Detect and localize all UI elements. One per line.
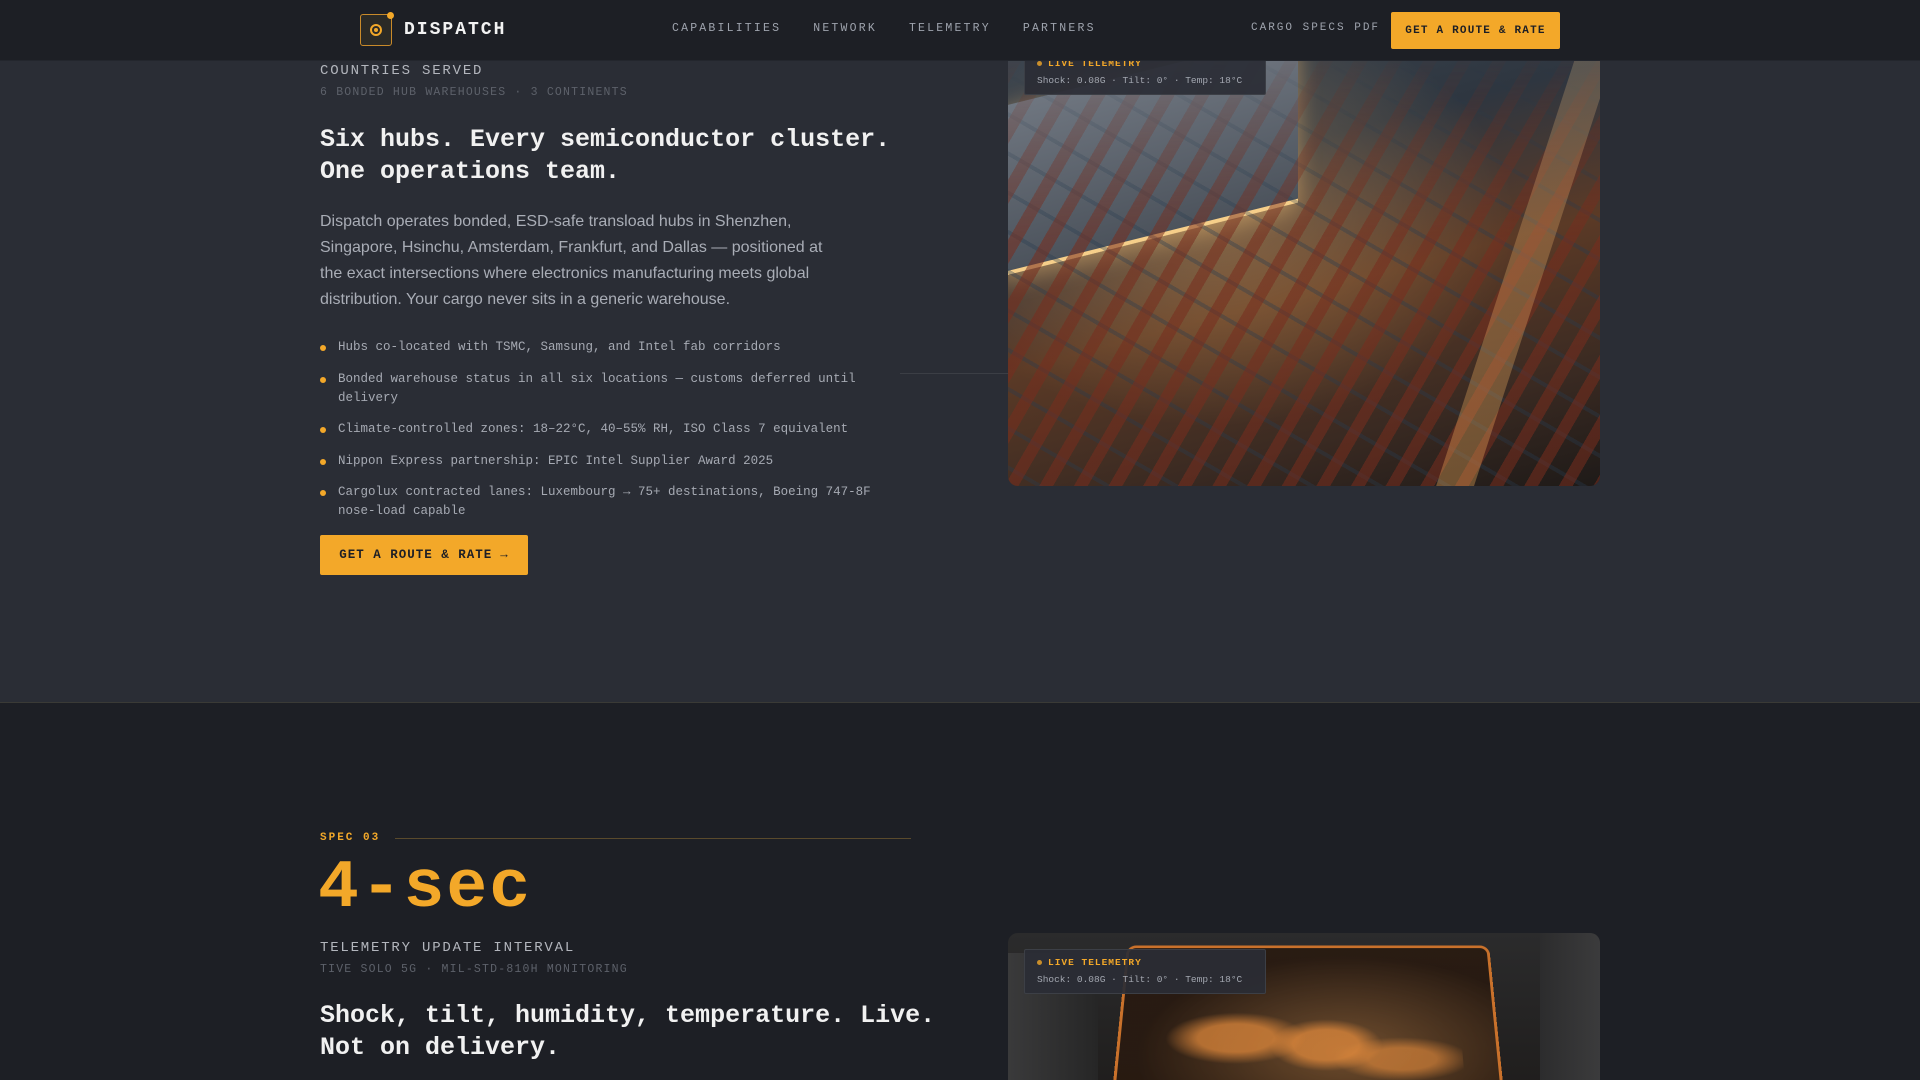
section-body: Dispatch operates bonded, ESD-safe trans…: [320, 213, 823, 308]
port-aerial-photo: LIVE TELEMETRY Shock: 0.08G · Tilt: 0° ·…: [1008, 40, 1600, 486]
world-map-screen-photo: LIVE TELEMETRY Shock: 0.08G · Tilt: 0° ·…: [1008, 933, 1600, 1080]
nav-links: CAPABILITIES NETWORK TELEMETRY PARTNERS: [672, 22, 1128, 35]
list-item: Climate-controlled zones: 18–22°C, 40–55…: [320, 420, 900, 439]
nav-route-rate-button[interactable]: GET A ROUTE & RATE: [1391, 12, 1560, 49]
arrow-right-icon: →: [500, 548, 509, 562]
spec-rule: [395, 838, 911, 839]
list-item: Nippon Express partnership: EPIC Intel S…: [320, 452, 900, 471]
nav-link-capabilities[interactable]: CAPABILITIES: [672, 22, 781, 35]
stat-sub: TIVE SOLO 5G · MIL-STD-810H MONITORING: [320, 963, 628, 976]
section-headline: Shock, tilt, humidity, temperature. Live…: [320, 1000, 1020, 1064]
telemetry-readout: Shock: 0.08G · Tilt: 0° · Temp: 18°C: [1037, 974, 1243, 985]
telemetry-label: LIVE TELEMETRY: [1048, 957, 1142, 968]
nav-link-partners[interactable]: PARTNERS: [1023, 22, 1096, 35]
headline-line-1: Shock, tilt, humidity, temperature. Live…: [320, 1001, 936, 1030]
headline-line-2: One operations team.: [320, 157, 621, 186]
nav-link-telemetry[interactable]: TELEMETRY: [909, 22, 991, 35]
telemetry-overlay: LIVE TELEMETRY Shock: 0.08G · Tilt: 0° ·…: [1024, 949, 1266, 994]
feature-list: Hubs co-located with TSMC, Samsung, and …: [320, 338, 900, 534]
headline-line-2: Not on delivery.: [320, 1033, 561, 1062]
list-item: Cargolux contracted lanes: Luxembourg → …: [320, 483, 900, 521]
big-stat-value: 4-sec: [318, 850, 533, 927]
stat-label: COUNTRIES SERVED: [320, 63, 484, 79]
stat-label: TELEMETRY UPDATE INTERVAL: [320, 940, 576, 956]
section-headline: Six hubs. Every semiconductor cluster. O…: [320, 124, 960, 188]
stat-sub: 6 BONDED HUB WAREHOUSES · 3 CONTINENTS: [320, 86, 628, 99]
route-rate-button[interactable]: GET A ROUTE & RATE →: [320, 535, 528, 575]
status-dot-icon: [1037, 61, 1042, 66]
list-item: Hubs co-located with TSMC, Samsung, and …: [320, 338, 900, 357]
route-rate-button-label: GET A ROUTE & RATE: [339, 548, 493, 562]
hubs-section: [0, 61, 1920, 703]
brand-name: DISPATCH: [404, 20, 507, 40]
spec-tag: SPEC 03: [320, 832, 381, 844]
nav-link-network[interactable]: NETWORK: [813, 22, 877, 35]
top-nav: DISPATCH CAPABILITIES NETWORK TELEMETRY …: [0, 0, 1920, 61]
hexagon-logo-icon: [360, 12, 394, 46]
list-item: Bonded warehouse status in all six locat…: [320, 370, 900, 408]
status-dot-icon: [1037, 960, 1042, 965]
telemetry-readout: Shock: 0.08G · Tilt: 0° · Temp: 18°C: [1037, 75, 1243, 86]
connector-line: [900, 373, 1008, 374]
brand-logo[interactable]: DISPATCH: [360, 12, 507, 47]
headline-line-1: Six hubs. Every semiconductor cluster.: [320, 125, 891, 154]
cargo-specs-pdf-link[interactable]: CARGO SPECS PDF: [1251, 22, 1380, 34]
